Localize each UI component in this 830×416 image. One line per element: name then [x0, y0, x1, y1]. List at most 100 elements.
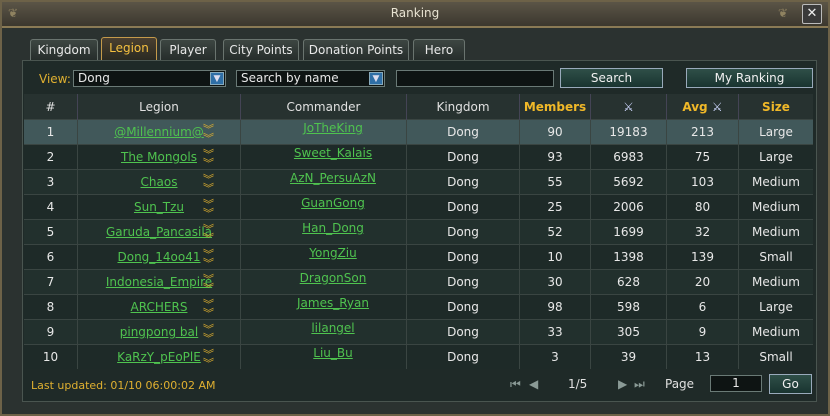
cell-commander[interactable]: ︾ ︾ Sweet_Kalais	[203, 144, 407, 170]
header-power[interactable]: ⚔	[590, 94, 667, 120]
cell-members-text: 52	[547, 225, 563, 239]
commander-rank-icon: ︾ ︾	[203, 348, 214, 370]
cell-legion[interactable]: Garuda_Pancasila	[77, 219, 241, 245]
table-row[interactable]: 3 Chaos ︾ ︾ AzN_PersuAzN Dong 55 5692 103 Medium	[24, 169, 813, 195]
title-bar[interactable]: ❦ Ranking ❦ ✕	[2, 2, 828, 28]
cell-commander[interactable]: ︾ ︾ Liu_Bu	[203, 344, 407, 369]
table-row[interactable]: 8 ARCHERS ︾ ︾ James_Ryan Dong 98 598 6 Large	[24, 294, 813, 320]
cell-legion-text[interactable]: Indonesia_Empire	[106, 275, 212, 289]
cell-size: Medium	[738, 219, 813, 245]
my-ranking-button[interactable]: My Ranking	[686, 68, 813, 88]
search-input[interactable]	[396, 70, 554, 87]
cell-avg-text: 32	[694, 225, 711, 239]
cell-avg-text: 9	[698, 325, 707, 339]
table-row[interactable]: 9 pingpong bal ︾ ︾ lilangel Dong 33 305 9 Medium	[24, 319, 813, 345]
table-row[interactable]: 6 Dong_14oo41 ︾ ︾ YongZiu Dong 10 1398 139 Small	[24, 244, 813, 270]
cell-commander-text[interactable]: DragonSon	[300, 271, 367, 285]
cell-members-text: 25	[547, 200, 563, 214]
search-button[interactable]: Search	[560, 68, 663, 88]
tab-player[interactable]: Player	[160, 39, 216, 60]
cell-legion[interactable]: Indonesia_Empire	[77, 269, 241, 295]
cell-commander[interactable]: ︾ ︾ Han_Dong	[203, 219, 407, 245]
cell-legion-text[interactable]: Dong_14oo41	[117, 250, 200, 264]
cell-members-text: 10	[547, 250, 563, 264]
cell-legion[interactable]: The Mongols	[77, 144, 241, 170]
tab-hero[interactable]: Hero	[413, 39, 465, 60]
table-row[interactable]: 5 Garuda_Pancasila ︾ ︾ Han_Dong Dong 52 1699 32 M…	[24, 219, 813, 245]
cell-kingdom-text: Dong	[447, 250, 479, 264]
cell-legion-text[interactable]: pingpong bal	[120, 325, 198, 339]
cell-avg-text: 75	[694, 150, 711, 164]
last-page-icon[interactable]: ⏭	[634, 377, 645, 392]
table-row[interactable]: 2 The Mongols ︾ ︾ Sweet_Kalais Dong 93 6983 75 La…	[24, 144, 813, 170]
cell-power: 305	[590, 319, 667, 345]
page-indicator: 1/5	[568, 377, 588, 391]
search-mode-select[interactable]: Search by name ▼	[236, 70, 385, 87]
cell-commander-text[interactable]: GuanGong	[301, 196, 365, 210]
cell-kingdom: Dong	[406, 144, 520, 170]
cell-members: 98	[519, 294, 591, 320]
cell-legion[interactable]: pingpong bal	[77, 319, 241, 345]
page-number-input[interactable]: 1	[710, 375, 762, 392]
go-button[interactable]: Go	[769, 374, 812, 394]
header-members[interactable]: Members	[519, 94, 591, 120]
cell-commander-text[interactable]: Liu_Bu	[313, 346, 352, 360]
cell-commander[interactable]: ︾ ︾ James_Ryan	[203, 294, 407, 320]
cell-kingdom: Dong	[406, 269, 520, 295]
cell-legion-text[interactable]: Chaos	[141, 175, 178, 189]
cell-legion-text[interactable]: ARCHERS	[131, 300, 188, 314]
cell-power-text: 6983	[613, 150, 644, 164]
tab-donation-points[interactable]: Donation Points	[303, 39, 409, 60]
cell-legion[interactable]: ARCHERS	[77, 294, 241, 320]
cell-commander[interactable]: ︾ ︾ YongZiu	[203, 244, 407, 270]
cell-kingdom-text: Dong	[447, 150, 479, 164]
cell-commander[interactable]: ︾ ︾ DragonSon	[203, 269, 407, 295]
cell-rank-text: 10	[42, 350, 59, 364]
table-row[interactable]: 7 Indonesia_Empire ︾ ︾ DragonSon Dong 30 628 20 M…	[24, 269, 813, 295]
close-button[interactable]: ✕	[802, 4, 822, 24]
table-row[interactable]: 1 @Millennium@ ︾ ︾ JoTheKing Dong 90 19183 213 La…	[24, 119, 813, 145]
cell-legion-text[interactable]: Garuda_Pancasila	[106, 225, 212, 239]
tab-kingdom[interactable]: Kingdom	[30, 39, 98, 60]
view-select[interactable]: Dong ▼	[73, 70, 226, 87]
cell-legion-text[interactable]: Sun_Tzu	[134, 200, 184, 214]
cell-legion[interactable]: @Millennium@	[77, 119, 241, 145]
table-row[interactable]: 10 KaRzY_pEoPlE ︾ ︾ Liu_Bu Dong 3 39 13 Small	[24, 344, 813, 369]
cell-kingdom: Dong	[406, 219, 520, 245]
first-page-icon[interactable]: ⏮	[510, 377, 521, 392]
cell-commander-text[interactable]: AzN_PersuAzN	[290, 171, 376, 185]
cell-commander-text[interactable]: YongZiu	[309, 246, 356, 260]
search-mode-value: Search by name	[241, 71, 339, 85]
cell-legion[interactable]: Sun_Tzu	[77, 194, 241, 220]
cell-legion-text[interactable]: The Mongols	[121, 150, 197, 164]
header-avg[interactable]: Avg ⚔	[666, 94, 739, 120]
cell-rank: 5	[24, 219, 78, 245]
cell-commander-text[interactable]: Sweet_Kalais	[294, 146, 372, 160]
cell-commander-text[interactable]: Han_Dong	[302, 221, 364, 235]
table-row[interactable]: 4 Sun_Tzu ︾ ︾ GuanGong Dong 25 2006 80 Medium	[24, 194, 813, 220]
cell-commander-text[interactable]: James_Ryan	[297, 296, 369, 310]
cell-power: 1699	[590, 219, 667, 245]
cell-legion-text[interactable]: KaRzY_pEoPlE	[117, 350, 201, 364]
cell-commander-text[interactable]: lilangel	[311, 321, 354, 335]
cell-legion-text[interactable]: @Millennium@	[114, 125, 204, 139]
cell-avg: 9	[666, 319, 739, 345]
cell-avg: 139	[666, 244, 739, 270]
cell-commander[interactable]: ︾ ︾ JoTheKing	[203, 119, 407, 145]
cell-rank-text: 8	[46, 300, 55, 314]
cell-commander-text[interactable]: JoTheKing	[303, 121, 363, 135]
page-label: Page	[665, 377, 695, 391]
cell-rank: 2	[24, 144, 78, 170]
header-size[interactable]: Size	[738, 94, 813, 120]
tab-city-points[interactable]: City Points	[223, 39, 299, 60]
cell-legion[interactable]: Dong_14oo41	[77, 244, 241, 270]
cell-commander[interactable]: ︾ ︾ GuanGong	[203, 194, 407, 220]
cell-commander[interactable]: ︾ ︾ AzN_PersuAzN	[203, 169, 407, 195]
cell-commander[interactable]: ︾ ︾ lilangel	[203, 319, 407, 345]
cell-legion[interactable]: Chaos	[77, 169, 241, 195]
cell-rank-text: 6	[46, 250, 55, 264]
prev-page-icon[interactable]: ◀	[529, 377, 538, 391]
cell-legion[interactable]: KaRzY_pEoPlE	[77, 344, 241, 369]
next-page-icon[interactable]: ▶	[618, 377, 627, 391]
tab-legion[interactable]: Legion	[101, 37, 157, 60]
